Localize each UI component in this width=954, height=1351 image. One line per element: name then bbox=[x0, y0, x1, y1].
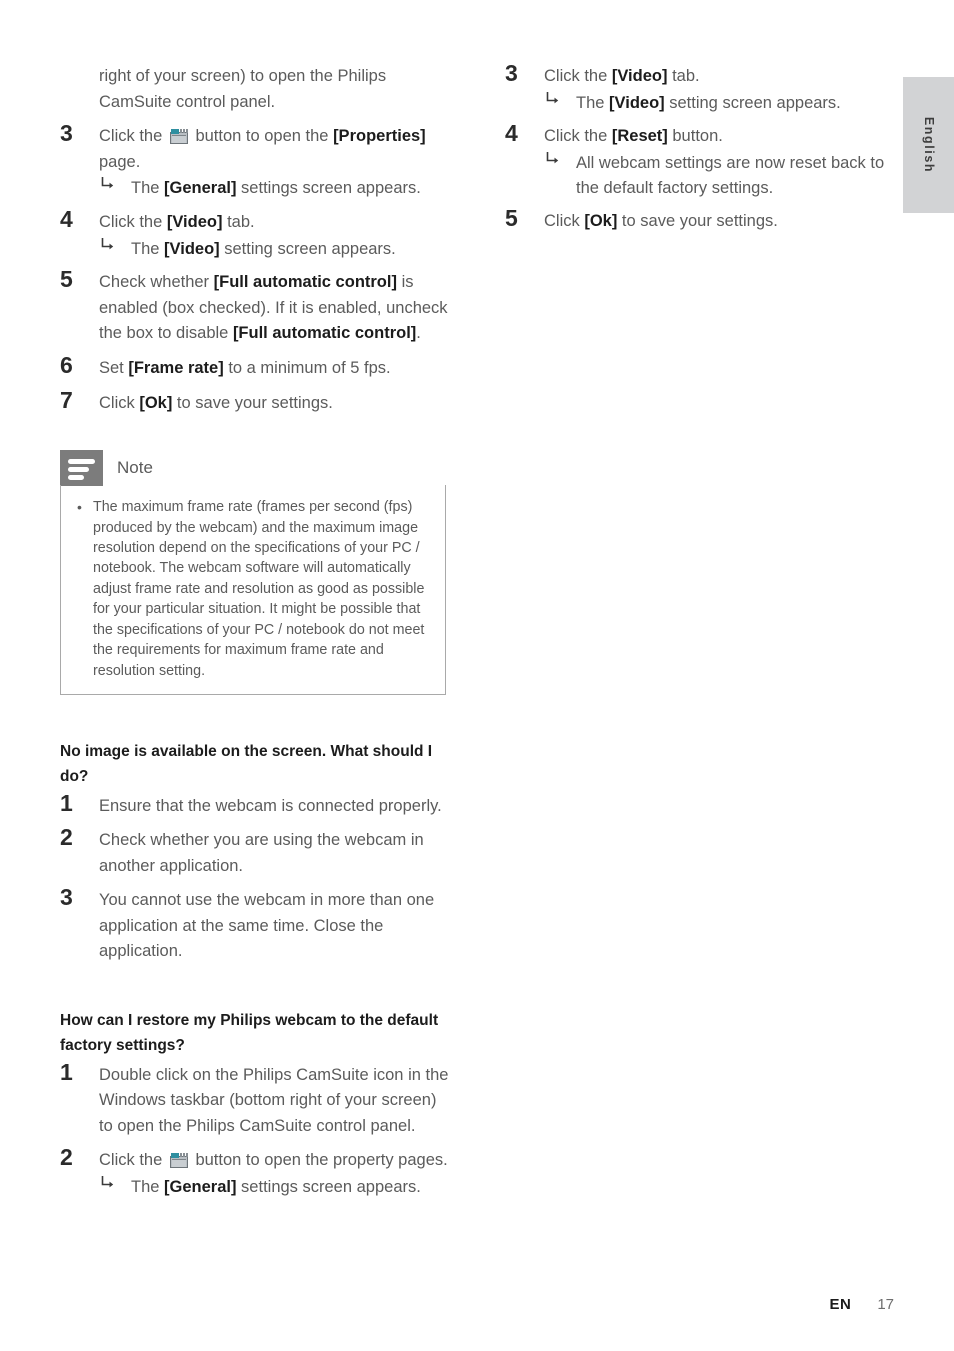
step-number: 4 bbox=[505, 120, 518, 147]
section-heading-no-image: No image is available on the screen. Wha… bbox=[60, 743, 433, 785]
step-item: 5 Check whether [Full automatic control]… bbox=[60, 266, 452, 347]
note-callout: Note • The maximum frame rate (frames pe… bbox=[60, 450, 446, 696]
ui-term: [General] bbox=[164, 1177, 237, 1196]
step-text: You cannot use the webcam in more than o… bbox=[99, 891, 435, 961]
note-bullet-item: • The maximum frame rate (frames per sec… bbox=[75, 497, 431, 681]
step-item: 1 Double click on the Philips CamSuite i… bbox=[60, 1059, 452, 1140]
result-arrow-icon bbox=[546, 150, 561, 166]
note-title: Note bbox=[117, 458, 153, 478]
ui-term: [Reset] bbox=[611, 127, 668, 146]
step-number: 7 bbox=[60, 386, 73, 413]
step-text: Click [Ok] to save your settings. bbox=[544, 212, 778, 231]
ui-term: [Full automatic control] bbox=[213, 273, 397, 292]
step-item: 3 Click the button to open the [Properti… bbox=[60, 120, 452, 201]
step-item: 1 Ensure that the webcam is connected pr… bbox=[60, 790, 452, 820]
steps-list-restore: 1 Double click on the Philips CamSuite i… bbox=[60, 1059, 452, 1200]
step-number: 5 bbox=[505, 205, 518, 232]
ui-term: [Ok] bbox=[139, 393, 173, 412]
ui-term: [Video] bbox=[611, 67, 668, 85]
result-prefix: The bbox=[131, 1177, 165, 1196]
step-item: 7 Click [Ok] to save your settings. bbox=[60, 387, 452, 417]
note-bullet-text: The maximum frame rate (frames per secon… bbox=[93, 499, 425, 679]
step-text: Click the [Reset] button. All webcam set… bbox=[544, 124, 897, 200]
step-number: 2 bbox=[60, 1144, 73, 1171]
step-text-part: page. bbox=[99, 152, 141, 171]
step-text-part: button to open the bbox=[190, 127, 334, 146]
step-text: Click the button to open the property pa… bbox=[99, 1148, 452, 1199]
step-number: 3 bbox=[60, 120, 73, 147]
steps-list-no-image: 1 Ensure that the webcam is connected pr… bbox=[60, 790, 452, 965]
step-text: Click the [Video] tab. The [Video] setti… bbox=[544, 64, 897, 115]
step-number: 6 bbox=[60, 352, 73, 378]
page-number: 17 bbox=[877, 1296, 894, 1313]
step-number: 5 bbox=[60, 266, 73, 293]
step-number: 3 bbox=[505, 60, 518, 86]
step-text: Ensure that the webcam is connected prop… bbox=[99, 796, 442, 815]
step-result: All webcam settings are now reset back t… bbox=[544, 151, 897, 201]
note-header: Note bbox=[60, 450, 446, 487]
step-result: The [Video] setting screen appears. bbox=[99, 237, 452, 262]
steps-list-reset: 3 Click the [Video] tab. The [Video] set… bbox=[505, 60, 897, 235]
ui-term: [Ok] bbox=[584, 212, 618, 231]
step-text: Check whether [Full automatic control] i… bbox=[99, 273, 448, 343]
step-number: 4 bbox=[60, 206, 73, 232]
step-result: The [General] settings screen appears. bbox=[99, 1175, 452, 1200]
section-heading-restore: How can I restore my Philips webcam to t… bbox=[60, 1012, 439, 1054]
step-item: 2 Click the button to open the property … bbox=[60, 1144, 452, 1199]
note-icon bbox=[60, 450, 103, 487]
step-item: 3 You cannot use the webcam in more than… bbox=[60, 884, 452, 965]
bullet-icon: • bbox=[77, 499, 82, 516]
page-footer: EN 17 bbox=[829, 1296, 894, 1313]
language-tab-label: English bbox=[921, 116, 936, 174]
step-item: 5 Click [Ok] to save your settings. bbox=[505, 205, 897, 235]
step-text: Click [Ok] to save your settings. bbox=[99, 393, 333, 412]
step-text: Click the [Video] tab. The [Video] setti… bbox=[99, 210, 452, 261]
step-number: 2 bbox=[60, 824, 73, 851]
step-text-part: Click the bbox=[99, 127, 167, 146]
result-arrow-icon bbox=[101, 1174, 116, 1190]
step-number: 1 bbox=[60, 1058, 73, 1085]
language-tab: English bbox=[903, 77, 954, 213]
step-number: 1 bbox=[60, 789, 73, 816]
continued-paragraph: right of your screen) to open the Philip… bbox=[99, 67, 387, 111]
step-item: 2 Check whether you are using the webcam… bbox=[60, 824, 452, 879]
left-column: right of your screen) to open the Philip… bbox=[60, 64, 452, 1209]
step-text: Check whether you are using the webcam i… bbox=[99, 831, 424, 875]
right-column: 3 Click the [Video] tab. The [Video] set… bbox=[505, 60, 897, 244]
result-suffix: settings screen appears. bbox=[236, 1177, 421, 1196]
ui-term: [Properties] bbox=[333, 127, 426, 146]
ui-term: [Frame rate] bbox=[128, 359, 224, 377]
result-arrow-icon bbox=[101, 175, 116, 191]
webcam-properties-icon[interactable] bbox=[169, 1153, 188, 1169]
step-text: Double click on the Philips CamSuite ico… bbox=[99, 1065, 449, 1135]
step-result: The [Video] setting screen appears. bbox=[544, 91, 897, 116]
locale-code: EN bbox=[829, 1296, 852, 1313]
step-item: 6 Set [Frame rate] to a minimum of 5 fps… bbox=[60, 352, 452, 382]
ui-term: [Video] bbox=[609, 93, 665, 112]
step-item: 4 Click the [Video] tab. The [Video] set… bbox=[60, 206, 452, 261]
step-item: 3 Click the [Video] tab. The [Video] set… bbox=[505, 60, 897, 115]
manual-page: English right of your screen) to open th… bbox=[0, 0, 954, 1351]
webcam-properties-icon[interactable] bbox=[169, 129, 188, 145]
ui-term: [Video] bbox=[164, 239, 220, 258]
step-number: 3 bbox=[60, 884, 73, 911]
result-prefix: The bbox=[131, 239, 165, 258]
result-suffix: setting screen appears. bbox=[219, 239, 396, 258]
result-prefix: The bbox=[576, 93, 610, 112]
ui-term: [Video] bbox=[166, 213, 223, 231]
note-body: • The maximum frame rate (frames per sec… bbox=[60, 485, 446, 696]
result-prefix: The bbox=[131, 179, 165, 198]
result-prefix: All webcam settings are now reset back t… bbox=[576, 153, 885, 197]
ui-term: [General] bbox=[164, 179, 237, 198]
step-text: Click the button to open the [Properties… bbox=[99, 124, 452, 201]
step-result: The [General] settings screen appears. bbox=[99, 176, 452, 201]
result-suffix: setting screen appears. bbox=[664, 93, 841, 112]
result-arrow-icon bbox=[546, 90, 561, 106]
ui-term: [Full automatic control] bbox=[232, 324, 417, 343]
result-suffix: settings screen appears. bbox=[236, 179, 421, 198]
steps-list-properties: 3 Click the button to open the [Properti… bbox=[60, 120, 452, 417]
step-text: Set [Frame rate] to a minimum of 5 fps. bbox=[99, 359, 391, 377]
result-arrow-icon bbox=[101, 236, 116, 252]
step-item: 4 Click the [Reset] button. All webcam s… bbox=[505, 120, 897, 200]
